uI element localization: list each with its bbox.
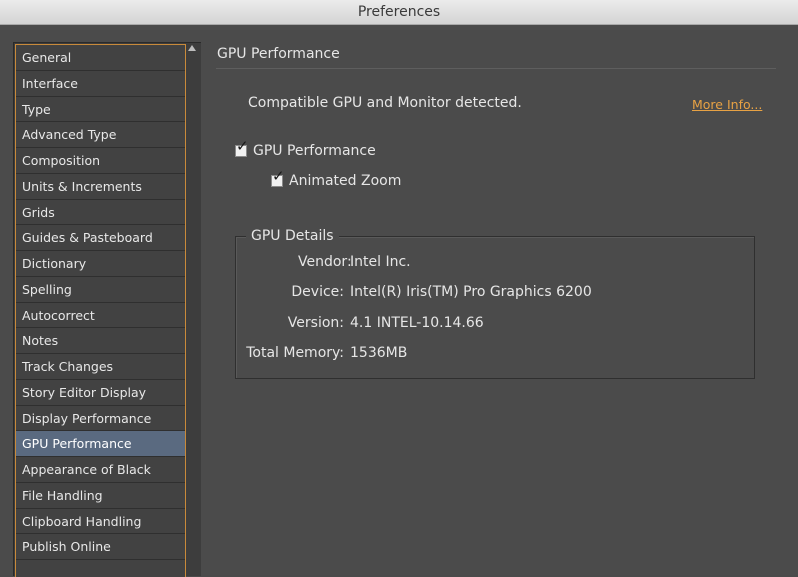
gpu-status-text: Compatible GPU and Monitor detected.	[248, 95, 522, 111]
section-divider	[216, 68, 776, 69]
more-info-link[interactable]: More Info...	[692, 97, 762, 112]
gpu-performance-checkbox-row[interactable]: ✓ GPU Performance	[235, 139, 376, 159]
gpu-performance-checkbox-label: GPU Performance	[253, 143, 376, 159]
check-icon: ✓	[272, 167, 285, 185]
sidebar-item-file-handling[interactable]: File Handling	[16, 483, 185, 509]
device-value: Intel(R) Iris(TM) Pro Graphics 6200	[350, 284, 592, 300]
animated-zoom-checkbox-row[interactable]: ✓ Animated Zoom	[271, 169, 402, 189]
sidebar-item-dictionary[interactable]: Dictionary	[16, 251, 185, 277]
animated-zoom-checkbox-label: Animated Zoom	[289, 173, 402, 189]
sidebar-item-general[interactable]: General	[16, 45, 185, 71]
window-titlebar[interactable]: Preferences	[0, 0, 798, 25]
sidebar-item-notes[interactable]: Notes	[16, 328, 185, 354]
scroll-up-arrow-icon[interactable]	[188, 45, 196, 51]
sidebar-item-advanced-type[interactable]: Advanced Type	[16, 122, 185, 148]
sidebar-item-grids[interactable]: Grids	[16, 200, 185, 226]
gpu-details-legend: GPU Details	[246, 228, 339, 244]
total-memory-value: 1536MB	[350, 345, 408, 361]
total-memory-label: Total Memory:	[246, 345, 344, 361]
preferences-window-body: General Interface Type Advanced Type Composi…	[0, 25, 798, 577]
preferences-sidebar: General Interface Type Advanced Type Composi…	[13, 42, 201, 577]
gpu-performance-checkbox[interactable]: ✓	[235, 139, 249, 157]
sidebar-item-interface[interactable]: Interface	[16, 71, 185, 97]
sidebar-scrollbar[interactable]	[186, 43, 201, 576]
sidebar-item-appearance-of-black[interactable]: Appearance of Black	[16, 457, 185, 483]
sidebar-item-units-increments[interactable]: Units & Increments	[16, 174, 185, 200]
animated-zoom-checkbox[interactable]: ✓	[271, 169, 285, 187]
sidebar-item-display-performance[interactable]: Display Performance	[16, 406, 185, 432]
sidebar-item-gpu-performance[interactable]: GPU Performance	[16, 431, 185, 457]
version-label: Version:	[287, 315, 344, 331]
vendor-value: Intel Inc.	[350, 254, 411, 270]
version-value: 4.1 INTEL-10.14.66	[350, 315, 484, 331]
check-icon: ✓	[236, 137, 249, 155]
sidebar-item-clipboard-handling[interactable]: Clipboard Handling	[16, 509, 185, 535]
preferences-category-list[interactable]: General Interface Type Advanced Type Composi…	[15, 44, 186, 577]
section-title: GPU Performance	[217, 46, 340, 62]
sidebar-item-track-changes[interactable]: Track Changes	[16, 354, 185, 380]
vendor-label: Vendor:	[298, 254, 352, 270]
sidebar-item-guides-pasteboard[interactable]: Guides & Pasteboard	[16, 225, 185, 251]
sidebar-item-publish-online[interactable]: Publish Online	[16, 534, 185, 560]
sidebar-item-story-editor-display[interactable]: Story Editor Display	[16, 380, 185, 406]
window-title: Preferences	[357, 4, 441, 20]
sidebar-item-spelling[interactable]: Spelling	[16, 277, 185, 303]
sidebar-item-composition[interactable]: Composition	[16, 148, 185, 174]
device-label: Device:	[291, 284, 344, 300]
sidebar-item-autocorrect[interactable]: Autocorrect	[16, 303, 185, 329]
sidebar-item-type[interactable]: Type	[16, 97, 185, 123]
